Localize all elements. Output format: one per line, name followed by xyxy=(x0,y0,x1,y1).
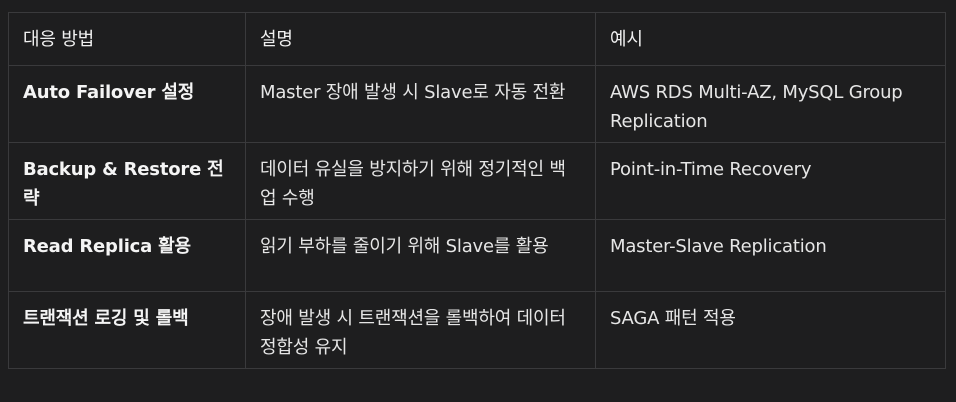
row-description: 읽기 부하를 줄이기 위해 Slave를 활용 xyxy=(245,219,596,292)
header-description: 설명 xyxy=(245,12,596,66)
header-method: 대응 방법 xyxy=(8,12,246,66)
row-description: Master 장애 발생 시 Slave로 자동 전환 xyxy=(245,65,596,143)
row-method: 트랜잭션 로깅 및 롤백 xyxy=(8,291,246,369)
table-container: 대응 방법 설명 예시 Auto Failover 설정 Master 장애 발… xyxy=(8,12,946,369)
table-row: Read Replica 활용 읽기 부하를 줄이기 위해 Slave를 활용 … xyxy=(8,219,946,292)
row-description: 데이터 유실을 방지하기 위해 정기적인 백업 수행 xyxy=(245,142,596,220)
table-header-row: 대응 방법 설명 예시 xyxy=(8,12,946,66)
row-example: Point-in-Time Recovery xyxy=(595,142,946,220)
header-example: 예시 xyxy=(595,12,946,66)
row-method: Read Replica 활용 xyxy=(8,219,246,292)
row-example: SAGA 패턴 적용 xyxy=(595,291,946,369)
row-example: AWS RDS Multi-AZ, MySQL Group Replicatio… xyxy=(595,65,946,143)
comparison-table: 대응 방법 설명 예시 Auto Failover 설정 Master 장애 발… xyxy=(8,12,946,369)
row-method: Auto Failover 설정 xyxy=(8,65,246,143)
row-description: 장애 발생 시 트랜잭션을 롤백하여 데이터 정합성 유지 xyxy=(245,291,596,369)
table-row: Backup & Restore 전략 데이터 유실을 방지하기 위해 정기적인… xyxy=(8,142,946,220)
table-row: Auto Failover 설정 Master 장애 발생 시 Slave로 자… xyxy=(8,65,946,143)
table-row: 트랜잭션 로깅 및 롤백 장애 발생 시 트랜잭션을 롤백하여 데이터 정합성 … xyxy=(8,291,946,369)
row-method: Backup & Restore 전략 xyxy=(8,142,246,220)
row-example: Master-Slave Replication xyxy=(595,219,946,292)
